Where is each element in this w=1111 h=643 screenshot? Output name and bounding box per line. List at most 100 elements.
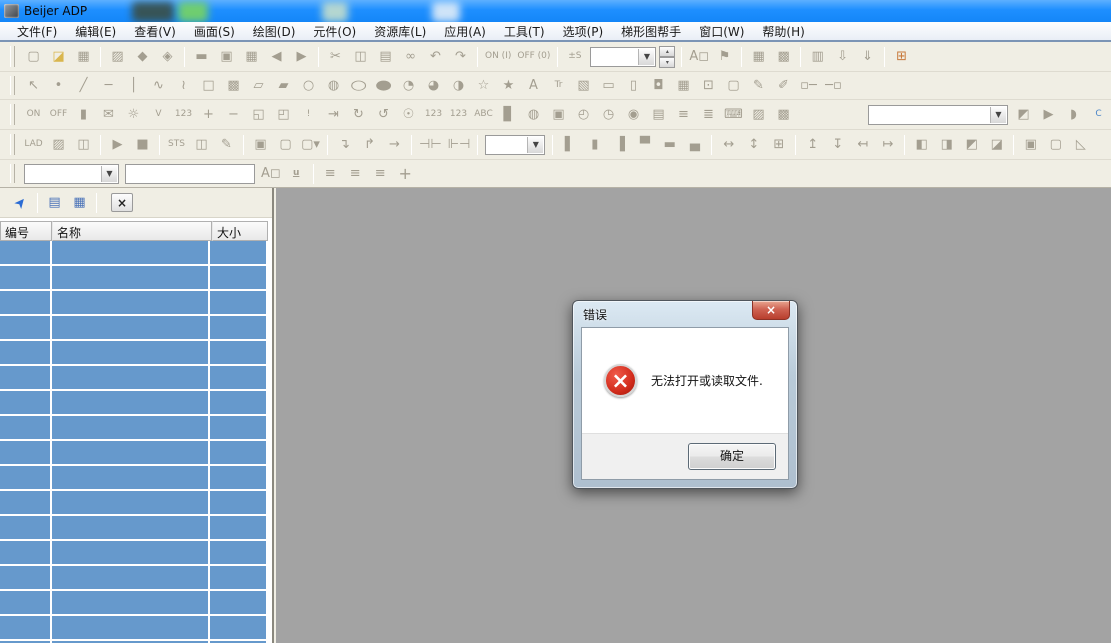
bring-front-icon[interactable]: ◧ [909, 133, 934, 156]
center-screen-icon[interactable]: + [393, 162, 418, 185]
move-down-icon[interactable]: ↧ [825, 133, 850, 156]
column-header-编号[interactable]: 编号 [0, 221, 52, 241]
message-display-icon[interactable]: ▤ [646, 103, 671, 126]
filled-rect-tool-icon[interactable]: ▩ [221, 74, 246, 97]
detail-view-icon[interactable]: ▦ [67, 191, 92, 214]
table-row[interactable] [0, 541, 266, 564]
pushbutton-icon[interactable]: ▮ [71, 103, 96, 126]
same-height-icon[interactable]: ↕ [741, 133, 766, 156]
text-align-center-icon[interactable]: ≡ [343, 162, 368, 185]
send-backward-icon[interactable]: ◪ [984, 133, 1009, 156]
download-project-icon[interactable]: ⇩ [830, 45, 855, 68]
state-spinner[interactable]: ▴▾ [659, 46, 675, 68]
table-row[interactable] [0, 366, 266, 389]
align-bottom-icon[interactable]: ▄ [682, 133, 707, 156]
grid-icon[interactable]: ▦ [746, 45, 771, 68]
round-indicator-icon[interactable]: ◉ [621, 103, 646, 126]
menu-item-5[interactable]: 绘图(D) [244, 21, 305, 42]
menu-item-13[interactable]: 帮助(H) [753, 21, 813, 42]
date-display-icon[interactable]: ▣ [546, 103, 571, 126]
properties-icon[interactable]: ▨ [105, 45, 130, 68]
flag-icon[interactable]: ⚑ [712, 45, 737, 68]
upload-project-icon[interactable]: ⇓ [855, 45, 880, 68]
pattern-b-icon[interactable]: ▩ [771, 103, 796, 126]
back-icon[interactable]: ◀ [264, 45, 289, 68]
lamp-icon[interactable]: ✉ [96, 103, 121, 126]
point-tool-icon[interactable]: • [46, 74, 71, 97]
freeform-tool-icon[interactable]: ≀ [171, 74, 196, 97]
undo-icon[interactable]: ↶ [423, 45, 448, 68]
save-file-icon[interactable]: ▦ [71, 45, 96, 68]
decrement-icon[interactable]: − [221, 103, 246, 126]
increment-icon[interactable]: + [196, 103, 221, 126]
ellipse-tool-icon[interactable]: ○ [346, 74, 371, 97]
alarm-icon[interactable]: ! [296, 103, 321, 126]
dashed-rect-tool-icon[interactable]: ▢ [721, 74, 746, 97]
route-down-icon[interactable]: ↴ [332, 133, 357, 156]
filled-parallelogram-tool-icon[interactable]: ▰ [271, 74, 296, 97]
hline-tool-icon[interactable]: ─ [96, 74, 121, 97]
list-display-icon[interactable]: ≡ [671, 103, 696, 126]
connector-in-tool-icon[interactable]: ─▫ [821, 74, 846, 97]
table-row[interactable] [0, 266, 266, 289]
macro-key-icon[interactable]: ◗ [1061, 103, 1086, 126]
arc-tool-icon[interactable]: ◔ [396, 74, 421, 97]
scale-tool-icon[interactable]: ▧ [571, 74, 596, 97]
ruler-tool-icon[interactable]: ▯ [621, 74, 646, 97]
table-row[interactable] [0, 491, 266, 514]
align-left-icon[interactable]: ▌ [557, 133, 582, 156]
screen-icon[interactable]: ▬ [189, 45, 214, 68]
dialog-close-button[interactable]: × [752, 301, 790, 320]
text-align-left-icon[interactable]: ≡ [318, 162, 343, 185]
meter-icon[interactable]: ◴ [571, 103, 596, 126]
pin-icon[interactable]: ➤ [8, 191, 33, 214]
numeric-entry-icon[interactable]: 123 [446, 103, 471, 126]
rect-tool-icon[interactable]: □ [196, 74, 221, 97]
numeric-display-icon[interactable]: 123 [421, 103, 446, 126]
table-row[interactable] [0, 441, 266, 464]
menu-item-2[interactable]: 编辑(E) [66, 21, 125, 42]
align-top-icon[interactable]: ▀ [632, 133, 657, 156]
align-center-icon[interactable]: ▮ [582, 133, 607, 156]
on-state-button[interactable]: ON (I) [482, 45, 514, 68]
table-row[interactable] [0, 241, 266, 264]
align-middle-icon[interactable]: ▬ [657, 133, 682, 156]
table-row[interactable] [0, 591, 266, 614]
paste-icon[interactable]: ▤ [373, 45, 398, 68]
underline-icon[interactable]: u [284, 162, 309, 185]
line-tool-icon[interactable]: ╱ [71, 74, 96, 97]
text-tool-icon[interactable]: A [521, 74, 546, 97]
table-row[interactable] [0, 391, 266, 414]
run-icon[interactable]: ▶ [105, 133, 130, 156]
connector-out-tool-icon[interactable]: ▫─ [796, 74, 821, 97]
stop-icon[interactable]: ■ [130, 133, 155, 156]
pie-tool-icon[interactable]: ◕ [421, 74, 446, 97]
menu-item-1[interactable]: 文件(F) [8, 21, 66, 42]
ladder-view-icon[interactable]: ▨ [46, 133, 71, 156]
macro-save-icon[interactable]: ◩ [1011, 103, 1036, 126]
half-pie-tool-icon[interactable]: ◑ [446, 74, 471, 97]
send-back-icon[interactable]: ◨ [934, 133, 959, 156]
pattern-a-icon[interactable]: ▨ [746, 103, 771, 126]
tag-icon[interactable]: ◆ [130, 45, 155, 68]
macro-combo[interactable]: ▼ [868, 105, 1008, 125]
new-file-icon[interactable]: ▢ [21, 45, 46, 68]
grid-settings-icon[interactable]: ▩ [771, 45, 796, 68]
table-row[interactable] [0, 566, 266, 589]
table-row[interactable] [0, 291, 266, 314]
table-row[interactable] [0, 466, 266, 489]
ok-button[interactable]: 确定 [688, 443, 776, 470]
edit-status-icon[interactable]: ✎ [214, 133, 239, 156]
star-tool-icon[interactable]: ☆ [471, 74, 496, 97]
copy-icon[interactable]: ◫ [348, 45, 373, 68]
macro-c-icon[interactable]: C [1086, 103, 1111, 126]
close-panel-button[interactable]: × [111, 193, 133, 212]
tag-star-icon[interactable]: ◈ [155, 45, 180, 68]
move-left-icon[interactable]: ↤ [850, 133, 875, 156]
find-icon[interactable]: ∞ [398, 45, 423, 68]
pen-tool-icon[interactable]: ✎ [746, 74, 771, 97]
numeric-icon[interactable]: 123 [171, 103, 196, 126]
keypad-icon[interactable]: ⌨ [721, 103, 746, 126]
dropdown-display-icon[interactable]: ≣ [696, 103, 721, 126]
align-right-icon[interactable]: ▐ [607, 133, 632, 156]
